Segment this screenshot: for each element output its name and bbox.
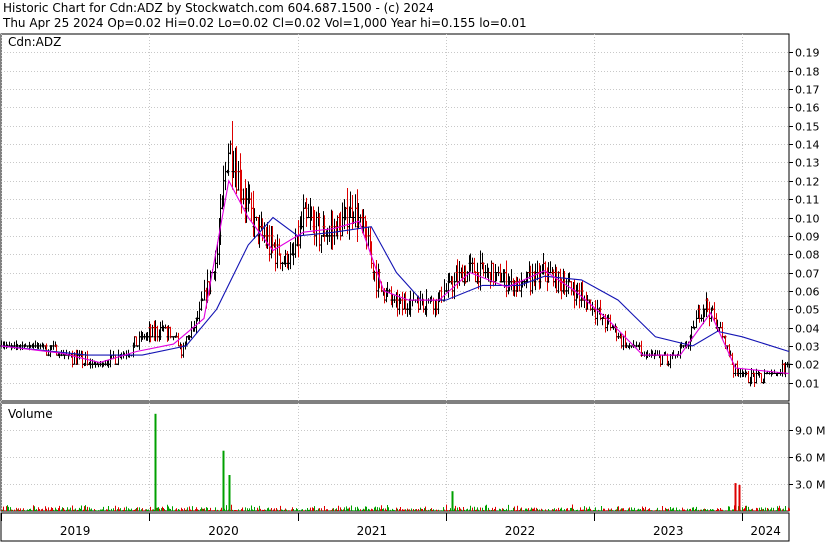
price-tick-label: 0.02 <box>795 359 820 372</box>
volume-panel: 3.0 M 6.0 M 9.0 M Volume <box>0 402 825 512</box>
volume-tick-label: 3.0 M <box>795 479 825 492</box>
price-tick-label: 0.06 <box>795 286 820 299</box>
price-tick-label: 0.04 <box>795 323 820 336</box>
price-tick-label: 0.17 <box>795 84 820 97</box>
price-tick-label: 0.16 <box>795 102 820 115</box>
x-axis-year-label: 2023 <box>653 524 684 538</box>
volume-tick-label: 6.0 M <box>795 452 825 465</box>
price-tick-label: 0.11 <box>795 194 820 207</box>
price-panel: 0.01 0.02 0.03 0.04 0.05 0.06 0.07 0.08 0.09 0.10… <box>0 33 820 402</box>
x-axis-year-label: 2020 <box>208 524 239 538</box>
stock-chart: 0.01 0.02 0.03 0.04 0.05 0.06 0.07 0.08 0.09 0.10… <box>0 33 825 542</box>
symbol-label: Cdn:ADZ <box>8 35 61 49</box>
price-tick-label: 0.05 <box>795 304 820 317</box>
price-tick-label: 0.12 <box>795 176 820 189</box>
x-axis-year-label: 2022 <box>505 524 536 538</box>
price-tick-label: 0.08 <box>795 249 820 262</box>
price-tick-label: 0.15 <box>795 121 820 134</box>
price-tick-label: 0.18 <box>795 66 820 79</box>
price-tick-label: 0.14 <box>795 139 820 152</box>
x-axis-year-label: 2019 <box>60 524 91 538</box>
x-axis-year-label: 2024 <box>750 524 781 538</box>
price-tick-label: 0.03 <box>795 341 820 354</box>
x-axis: 2019 2020 2021 2022 2023 2024 <box>0 512 790 542</box>
price-tick-label: 0.19 <box>795 47 820 60</box>
price-tick-label: 0.07 <box>795 268 820 281</box>
volume-tick-label: 9.0 M <box>795 425 825 438</box>
price-tick-label: 0.09 <box>795 231 820 244</box>
x-axis-year-label: 2021 <box>357 524 388 538</box>
volume-title: Volume <box>8 407 53 421</box>
price-tick-label: 0.13 <box>795 157 820 170</box>
price-tick-label: 0.01 <box>795 378 820 391</box>
price-tick-label: 0.10 <box>795 213 820 226</box>
